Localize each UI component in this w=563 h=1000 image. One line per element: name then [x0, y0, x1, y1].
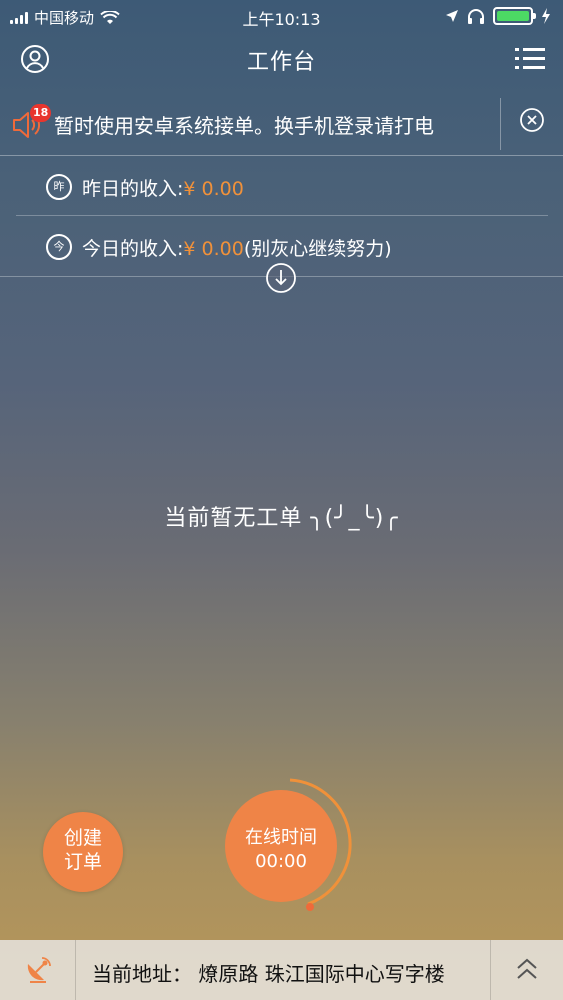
- status-bar: 中国移动 上午10:13: [0, 0, 563, 34]
- online-time-button[interactable]: 在线时间 00:00: [225, 790, 337, 902]
- notice-text: 暂时使用安卓系统接单。换手机登录请打电: [54, 114, 434, 138]
- online-time-label: 在线时间: [245, 827, 317, 848]
- page-title: 工作台: [246, 50, 316, 75]
- location-arrow-icon: [446, 10, 458, 22]
- nav-bar: 工作台: [0, 34, 563, 86]
- yesterday-icon: 昨: [46, 174, 72, 200]
- headphones-icon: [468, 9, 484, 24]
- notice-bar[interactable]: 18 暂时使用安卓系统接单。换手机登录请打电: [0, 92, 563, 156]
- online-time-value: 00:00: [255, 851, 307, 872]
- today-income-amount: ¥ 0.00: [183, 238, 244, 260]
- create-order-button[interactable]: 创建 订单: [43, 812, 123, 892]
- current-address: 当前地址： 燎原路 珠江国际中心写字楼: [92, 962, 445, 986]
- satellite-button[interactable]: [0, 940, 76, 1000]
- notification-badge: 18: [30, 104, 52, 122]
- yesterday-income-text: 昨日的收入:¥ 0.00: [82, 174, 244, 201]
- yesterday-income-label: 昨日的收入:: [82, 178, 184, 200]
- empty-state-text: 当前暂无工单 ╮(╯_╰)╭: [164, 506, 399, 531]
- bottom-address-bar: 当前地址： 燎原路 珠江国际中心写字楼: [0, 940, 563, 1000]
- create-order-label-2: 订单: [63, 851, 102, 873]
- expand-down-icon[interactable]: [265, 262, 297, 294]
- list-menu-icon[interactable]: [515, 46, 545, 72]
- collapse-up-button[interactable]: [490, 940, 563, 1000]
- charging-icon: [542, 8, 550, 24]
- today-icon: 今: [46, 234, 72, 260]
- yesterday-income-amount: ¥ 0.00: [183, 178, 244, 200]
- battery-icon: [493, 7, 536, 25]
- today-income-label: 今日的收入:: [82, 238, 184, 260]
- today-income-note: (别灰心继续努力): [243, 238, 392, 260]
- yesterday-income-row: 昨 昨日的收入:¥ 0.00: [16, 158, 548, 216]
- double-chevron-up-icon: [517, 958, 537, 979]
- notice-divider: [500, 98, 501, 150]
- close-icon[interactable]: [519, 107, 545, 133]
- status-right: [445, 7, 551, 25]
- today-income-text: 今日的收入:¥ 0.00(别灰心继续努力): [82, 234, 392, 261]
- create-order-label-1: 创建: [63, 827, 102, 849]
- satellite-dish-icon: [27, 957, 51, 983]
